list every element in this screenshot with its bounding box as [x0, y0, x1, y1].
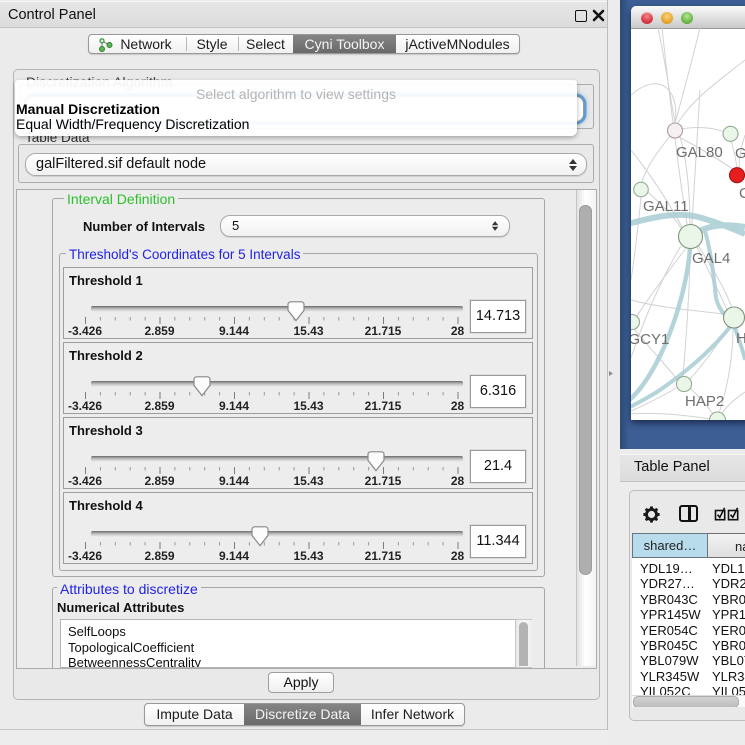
svg-text:C: C	[739, 185, 745, 202]
svg-text:GCY1: GCY1	[631, 331, 669, 348]
svg-text:GAL4: GAL4	[692, 250, 730, 267]
svg-text:GAL80: GAL80	[676, 144, 723, 161]
svg-text:GA: GA	[735, 145, 745, 162]
svg-text:H: H	[736, 330, 745, 347]
svg-text:GAL11: GAL11	[643, 198, 689, 215]
svg-text:HAP2: HAP2	[685, 393, 724, 410]
